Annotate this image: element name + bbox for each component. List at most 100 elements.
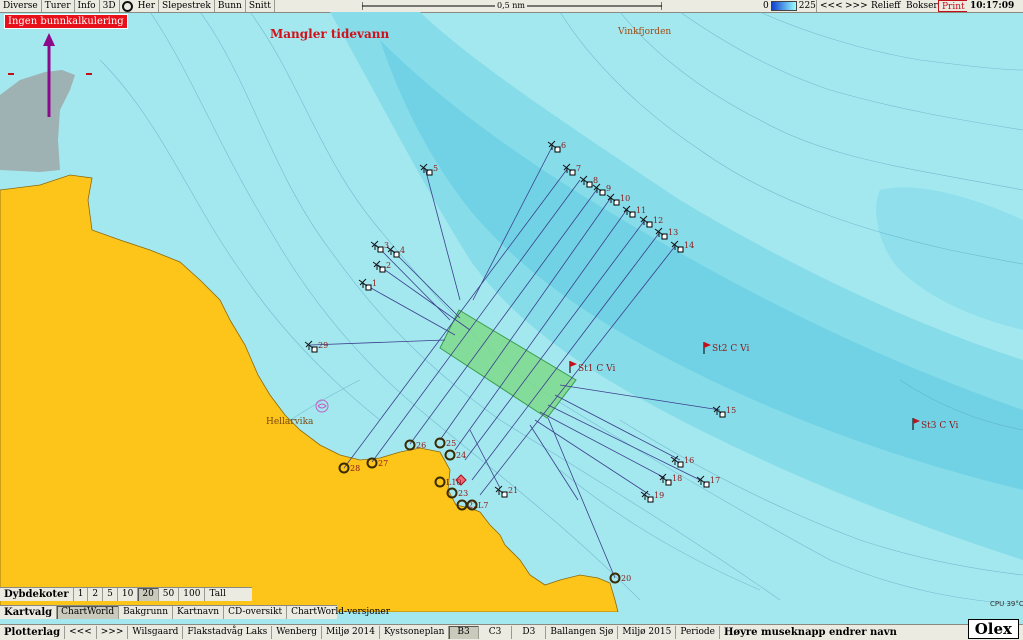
mark-label: 25 <box>446 439 456 448</box>
shoal-area <box>0 70 75 172</box>
mark-label: 18 <box>672 474 682 483</box>
station-flag-st1[interactable] <box>569 361 577 373</box>
dybde-option-2[interactable]: 2 <box>87 588 102 601</box>
mark-label: 8 <box>593 176 598 185</box>
mark-label: 20 <box>621 574 631 583</box>
plotterlag-b3[interactable]: B3 <box>448 626 478 639</box>
station-label-st3: St3 C Vi <box>921 421 958 431</box>
kartvalg-title: Kartvalg <box>4 607 53 618</box>
anchor-mark-16[interactable]: 16 <box>670 455 694 468</box>
waypoint-ring-25[interactable]: 25 <box>434 437 457 449</box>
menu-diverse[interactable]: Diverse <box>0 0 42 12</box>
bokser-button[interactable]: Bokser <box>903 0 942 12</box>
menu-snitt[interactable]: Snitt <box>245 0 275 12</box>
olex-logo: Olex <box>967 619 1019 639</box>
kartvalg-kartnavn[interactable]: Kartnavn <box>172 606 223 619</box>
depth-gradient-bar[interactable] <box>770 1 797 11</box>
menu-her[interactable]: Her <box>134 0 160 12</box>
menu-slepestrek[interactable]: Slepestrek <box>159 0 215 12</box>
station-label-st1: St1 C Vi <box>578 364 615 374</box>
plotterlag-kystsoneplan[interactable]: Kystsoneplan <box>378 626 448 639</box>
mark-label: 3 <box>384 241 389 250</box>
deep-basin <box>876 187 1023 330</box>
anchor-mark-19[interactable]: 19 <box>640 490 664 503</box>
mark-label: L7 <box>478 501 488 510</box>
scale-label: 0,5 nm <box>495 0 528 12</box>
mark-label: 4 <box>400 246 405 255</box>
kartvalg-bar: Kartvalg ChartWorld Bakgrunn Kartnavn CD… <box>0 605 390 619</box>
plotterlag-periode[interactable]: Periode <box>675 626 719 639</box>
dybdekoter-bar: Dybdekoter 1 2 5 10 20 50 100 Tall <box>0 587 252 601</box>
mark-label: 1 <box>372 279 377 288</box>
place-vinkfjorden: Vinkfjorden <box>617 27 671 37</box>
kartvalg-chartworld[interactable]: ChartWorld <box>56 606 119 619</box>
mark-label: 29 <box>318 341 328 350</box>
fish-marker-icon[interactable] <box>315 399 329 413</box>
anchor-mark-17[interactable]: 17 <box>696 475 720 488</box>
mark-label: 11 <box>636 206 646 215</box>
plotterlag-title: Plotterlag <box>4 627 61 638</box>
station-label-st2: St2 C Vi <box>712 344 749 354</box>
mark-label: 28 <box>350 464 360 473</box>
kartvalg-cd-oversikt[interactable]: CD-oversikt <box>223 606 286 619</box>
dybde-option-1[interactable]: 1 <box>72 588 88 601</box>
dybde-option-100[interactable]: 100 <box>178 588 204 601</box>
plotterlag-miljo-2014[interactable]: Miljø 2014 <box>321 626 379 639</box>
plotterlag-wenberg[interactable]: Wenberg <box>271 626 321 639</box>
plotterlag-c3[interactable]: C3 <box>477 626 512 639</box>
chart-map[interactable]: 1234567891011121314151617181920212223242… <box>0 12 1023 612</box>
plotterlag-bar: Plotterlag <<< >>> Wilsgaard Flakstadvåg… <box>0 624 1023 640</box>
cpu-temp: CPU 39°C <box>990 600 1023 608</box>
place-hellarvika: Hellarvika <box>266 417 314 427</box>
anchor-mark-3[interactable]: 3 <box>370 240 389 253</box>
anchor-mark-1[interactable]: 1 <box>358 278 377 291</box>
menu-3d[interactable]: 3D <box>99 0 120 12</box>
mark-label: 21 <box>508 486 518 495</box>
anchor-mark-4[interactable]: 4 <box>386 245 405 258</box>
mark-label: 26 <box>416 441 426 450</box>
mark-label: 10 <box>620 194 630 203</box>
plotterlag-miljo-2015[interactable]: Miljø 2015 <box>617 626 675 639</box>
dybde-option-10[interactable]: 10 <box>116 588 137 601</box>
mark-label: 6 <box>561 141 566 150</box>
tide-warning: Mangler tidevann <box>270 27 389 41</box>
waypoint-ring-24[interactable]: 24 <box>444 449 467 461</box>
mark-label: 24 <box>456 451 466 460</box>
dybde-option-tall[interactable]: Tall <box>204 588 229 601</box>
plotterlag-flakstadvag-laks[interactable]: Flakstadvåg Laks <box>182 626 271 639</box>
plotterlag-ballangen-sjo[interactable]: Ballangen Sjø <box>545 626 617 639</box>
mark-label: 7 <box>576 164 581 173</box>
mark-label: 23 <box>458 489 468 498</box>
plotterlag-nav-forward[interactable]: >>> <box>95 626 128 639</box>
dybde-option-5[interactable]: 5 <box>102 588 117 601</box>
menu-bunn[interactable]: Bunn <box>214 0 246 12</box>
mark-label: 17 <box>710 476 720 485</box>
mark-label: 27 <box>378 459 388 468</box>
anchor-mark-2[interactable]: 2 <box>372 260 391 273</box>
mark-label: 13 <box>668 228 678 237</box>
mark-label: 12 <box>653 216 663 225</box>
mark-label: L10 <box>446 478 462 487</box>
relieff-button[interactable]: Relieff <box>868 0 905 12</box>
plotterlag-nav-back[interactable]: <<< <box>64 626 96 639</box>
mark-label: 16 <box>684 456 694 465</box>
plotterlag-wilsgaard[interactable]: Wilsgaard <box>127 626 182 639</box>
dybde-option-20[interactable]: 20 <box>137 588 158 601</box>
no-bottom-calc-warning: Ingen bunnkalkulering <box>4 14 128 29</box>
print-button[interactable]: Print <box>938 0 969 12</box>
depth-min-label: 0 <box>763 1 769 11</box>
anchor-mark-21[interactable]: 21 <box>494 485 518 498</box>
plotterlag-d3[interactable]: D3 <box>511 626 545 639</box>
waypoint-ring-23[interactable]: 23 <box>446 487 469 499</box>
dybde-option-50[interactable]: 50 <box>157 588 178 601</box>
menu-info[interactable]: Info <box>74 0 100 12</box>
kartvalg-bakgrunn[interactable]: Bakgrunn <box>118 606 172 619</box>
position-icon[interactable] <box>121 0 133 12</box>
kartvalg-chartworld-versjoner[interactable]: ChartWorld-versjoner <box>286 606 394 619</box>
mark-label: 5 <box>433 164 438 173</box>
mark-label: 9 <box>606 184 611 193</box>
waypoint-ring-26[interactable]: 26 <box>404 439 427 451</box>
anchor-mark-18[interactable]: 18 <box>658 473 682 486</box>
menu-turer[interactable]: Turer <box>41 0 75 12</box>
anchor-mark-29[interactable]: 29 <box>304 340 328 353</box>
